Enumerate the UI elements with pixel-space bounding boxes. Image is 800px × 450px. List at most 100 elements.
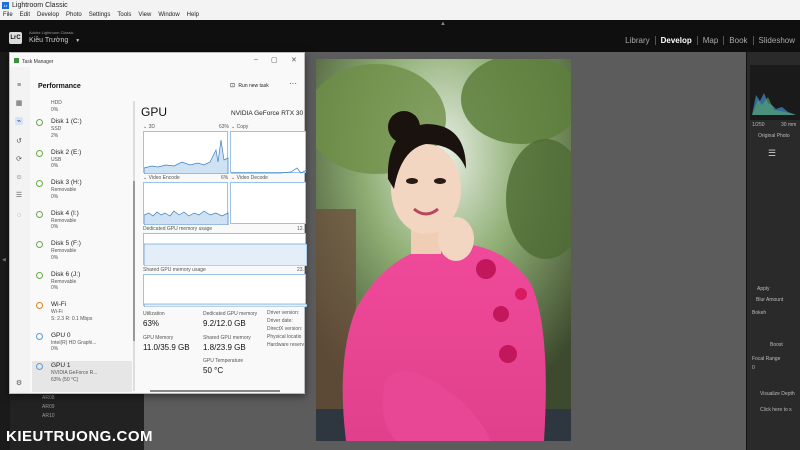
shared-memory-graph[interactable]: [143, 274, 308, 308]
horizontal-scrollbar[interactable]: [150, 390, 280, 392]
app-name: Adobe Lightroom Classic: [29, 30, 74, 35]
device-name: Wi-Fi: [51, 301, 67, 308]
device-name: Disk 1 (C:): [51, 118, 82, 125]
graph-decode[interactable]: [230, 182, 306, 224]
run-task-icon: ⊡: [230, 83, 236, 89]
device-item[interactable]: Disk 5 (F:) Removable 0%: [32, 239, 132, 270]
device-item[interactable]: Disk 1 (C:) SSD 2%: [32, 117, 132, 148]
menu-develop[interactable]: Develop: [37, 12, 59, 18]
menu-window[interactable]: Window: [158, 12, 179, 18]
bokeh-label: Bokeh: [752, 310, 767, 316]
module-develop[interactable]: Develop: [654, 36, 697, 45]
app-history-icon[interactable]: ↺: [15, 137, 23, 145]
module-map[interactable]: Map: [696, 36, 724, 45]
device-status-icon: [36, 271, 43, 279]
portrait-photo[interactable]: [316, 59, 571, 441]
menu-tools[interactable]: Tools: [117, 12, 131, 18]
startup-apps-icon[interactable]: ⟳: [15, 155, 23, 163]
gpu-info-labels: Driver version: Driver date: DirectX ver…: [267, 309, 304, 349]
device-name: Disk 4 (I:): [51, 209, 79, 217]
graph-3d-line: [143, 139, 229, 175]
user-name[interactable]: Kiều Trường ▼: [29, 37, 80, 44]
menu-photo[interactable]: Photo: [66, 12, 82, 18]
device-item[interactable]: Wi-Fi Wi-Fi S: 2.3 R: 0.1 Mbps: [32, 300, 132, 331]
device-item[interactable]: Disk 3 (H:) Removable 0%: [32, 178, 132, 209]
processes-icon[interactable]: ▦: [15, 99, 23, 107]
maximize-icon[interactable]: ▢: [271, 56, 278, 64]
apply-checkbox[interactable]: Apply: [757, 286, 770, 292]
gpu-memory-label: GPU Memory: [143, 335, 174, 341]
menu-help[interactable]: Help: [187, 12, 199, 18]
device-usage: 63% (50 °C): [51, 376, 79, 383]
device-status-icon: [36, 302, 43, 309]
graph-decode-label: ⌄ Video Decode: [231, 175, 268, 181]
graph-3d[interactable]: [143, 131, 229, 175]
device-status-icon: [36, 363, 43, 370]
histogram[interactable]: [750, 65, 800, 120]
folder-item[interactable]: AR08: [42, 395, 55, 401]
menu-view[interactable]: View: [138, 12, 151, 18]
settings-icon[interactable]: ⚙: [15, 379, 23, 387]
minimize-icon[interactable]: –: [254, 56, 258, 63]
dedicated-gpu-memory-label: Dedicated GPU memory: [203, 311, 258, 317]
module-slideshow[interactable]: Slideshow: [752, 36, 800, 45]
run-new-task-label: Run new task: [238, 83, 269, 89]
device-item[interactable]: GPU 0 Intel(R) HD Graphi... 0%: [32, 331, 132, 362]
device-usage: 0%: [51, 193, 59, 200]
device-item[interactable]: Disk 4 (I:) Removable 0%: [32, 209, 132, 240]
histogram-graph: [752, 93, 796, 115]
dedicated-gpu-memory-value: 9.2/12.0 GB: [203, 319, 246, 328]
graph-encode-label: ⌄ Video Encode: [143, 175, 180, 181]
performance-heading: Performance: [38, 83, 81, 90]
menu-settings[interactable]: Settings: [89, 12, 111, 18]
task-manager-title-bar: Task Manager – ▢ ✕: [10, 53, 304, 67]
folder-item[interactable]: AR10: [42, 413, 55, 419]
menu-edit[interactable]: Edit: [20, 12, 30, 18]
close-icon[interactable]: ✕: [291, 56, 297, 64]
collapse-top-panel-icon[interactable]: ▲: [440, 21, 446, 27]
users-icon[interactable]: ☺: [15, 173, 23, 181]
shared-memory-graph-max: 23.: [297, 267, 304, 273]
graph-copy[interactable]: [230, 131, 308, 174]
gpu-temperature-label: GPU Temperature: [203, 358, 244, 364]
dedicated-memory-graph-max: 12.: [297, 226, 304, 232]
collapse-left-panel-icon[interactable]: ◀: [2, 257, 6, 263]
device-name: GPU 0: [51, 331, 71, 339]
shared-memory-graph-label: Shared GPU memory usage: [143, 267, 206, 273]
menu-icon[interactable]: ≡: [15, 81, 23, 89]
physical-location-label: Physical locatio: [267, 334, 302, 340]
services-icon[interactable]: ◌: [15, 211, 23, 219]
device-status-icon: [36, 210, 43, 218]
run-new-task-button[interactable]: ⊡ Run new task: [230, 82, 269, 89]
original-photo-toggle[interactable]: Original Photo: [758, 133, 790, 139]
folder-item[interactable]: AR09: [42, 404, 55, 410]
device-subtitle: 0%: [51, 106, 59, 113]
device-list-scrollbar[interactable]: [133, 101, 135, 391]
task-manager-window: Task Manager – ▢ ✕ ≡ ▦ ⌁ ↺ ⟳ ☺ ☰ ◌ ⚙ Per…: [9, 52, 308, 394]
graph-3d-label: ⌄ 3D: [143, 124, 155, 130]
lrc-logo: LrC: [9, 32, 22, 44]
details-icon[interactable]: ☰: [15, 191, 23, 199]
click-here-hint[interactable]: Click here to s: [760, 407, 792, 413]
device-name: GPU 1: [51, 362, 71, 369]
dedicated-memory-graph[interactable]: [143, 233, 308, 267]
device-list: HDD 0% Disk 1 (C:) SSD 2% Disk 2 (E:) USB 0% Dis…: [32, 99, 132, 393]
device-item[interactable]: Disk 2 (E:) USB 0%: [32, 148, 132, 179]
menu-file[interactable]: File: [3, 12, 13, 18]
device-item[interactable]: HDD 0%: [32, 99, 132, 117]
device-status-icon: [36, 149, 43, 157]
device-item[interactable]: Disk 6 (J:) Removable 0%: [32, 270, 132, 301]
user-name-text: Kiều Trường: [29, 37, 69, 44]
watermark: KIEUTRUONG.COM: [6, 428, 153, 445]
more-options-button[interactable]: ···: [289, 79, 297, 88]
performance-icon[interactable]: ⌁: [15, 117, 23, 125]
utilization-label: Utilization: [143, 311, 165, 317]
module-library[interactable]: Library: [620, 36, 654, 45]
sliders-icon[interactable]: ☰: [768, 148, 776, 159]
task-manager-title: Task Manager: [22, 59, 54, 65]
visualize-depth-checkbox[interactable]: Visualize Depth: [760, 391, 795, 397]
graph-encode[interactable]: [143, 182, 229, 226]
device-usage: 0%: [51, 224, 59, 230]
module-book[interactable]: Book: [723, 36, 752, 45]
device-item[interactable]: GPU 1 NVIDIA GeForce R... 63% (50 °C): [32, 361, 132, 392]
